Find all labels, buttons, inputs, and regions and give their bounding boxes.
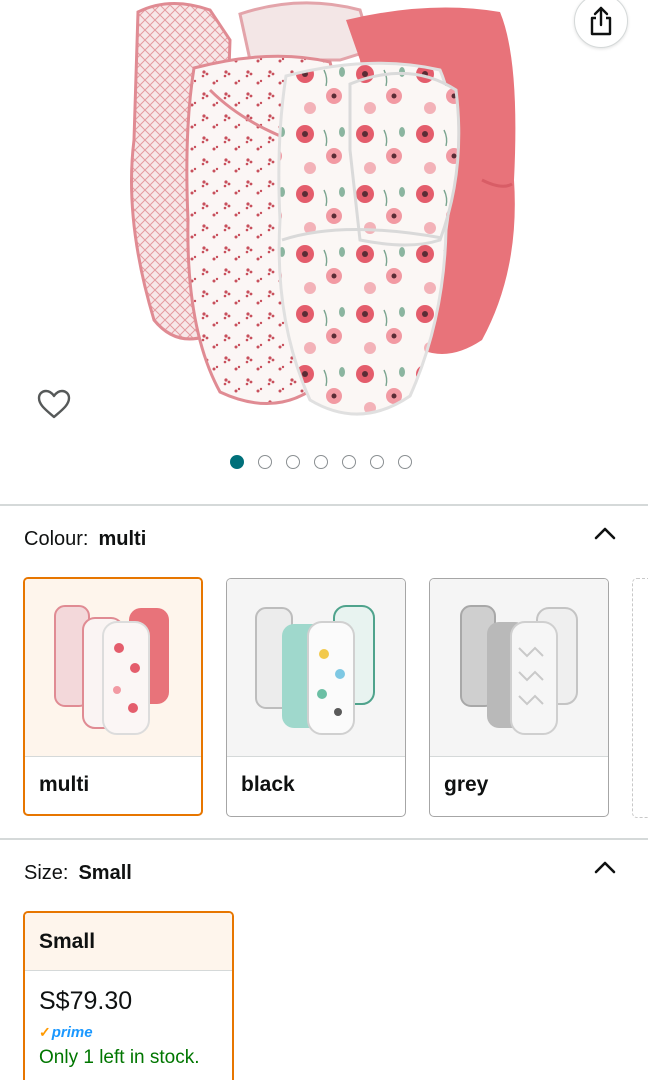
colour-option-black[interactable]: black xyxy=(226,578,406,817)
collapse-size-button[interactable] xyxy=(592,854,618,880)
colour-variation-header[interactable]: Colour: multi xyxy=(24,528,146,551)
product-image[interactable] xyxy=(110,0,540,430)
section-divider xyxy=(0,838,648,840)
carousel-dot[interactable] xyxy=(286,455,300,469)
stock-status: Only 1 left in stock. xyxy=(39,1047,200,1068)
image-carousel-indicator[interactable] xyxy=(230,455,412,469)
heart-outline-icon xyxy=(37,389,71,419)
section-divider xyxy=(0,504,648,506)
share-button[interactable] xyxy=(574,0,628,48)
prime-check-icon: ✓ xyxy=(39,1024,51,1040)
chevron-up-icon xyxy=(594,527,616,540)
colour-option-more[interactable] xyxy=(632,578,648,818)
colour-option-label: black xyxy=(241,773,295,796)
add-to-wishlist-button[interactable] xyxy=(34,384,74,424)
carousel-dot[interactable] xyxy=(398,455,412,469)
size-selected-value: Small xyxy=(78,862,132,884)
size-option-small[interactable]: Small S$79.30 ✓ prime Only 1 left in stoc… xyxy=(23,911,234,1080)
carousel-dot[interactable] xyxy=(230,455,244,469)
prime-label: prime xyxy=(51,1024,93,1041)
carousel-dot[interactable] xyxy=(370,455,384,469)
colour-option-grey[interactable]: grey xyxy=(429,578,609,817)
colour-option-multi[interactable]: multi xyxy=(23,577,203,816)
colour-thumbnail-multi xyxy=(25,579,201,757)
size-variation-header[interactable]: Size: Small xyxy=(24,862,132,885)
collapse-colour-button[interactable] xyxy=(592,520,618,546)
size-option-label: Small xyxy=(25,913,232,971)
carousel-dot[interactable] xyxy=(258,455,272,469)
carousel-dot[interactable] xyxy=(342,455,356,469)
price: S$79.30 xyxy=(39,987,133,1015)
colour-label: Colour: xyxy=(24,528,89,550)
size-label: Size: xyxy=(24,862,69,884)
colour-option-label: multi xyxy=(39,773,90,796)
colour-thumbnail-grey xyxy=(430,579,608,757)
colour-selected-value: multi xyxy=(98,528,147,550)
chevron-up-icon xyxy=(594,861,616,874)
prime-badge: ✓ prime xyxy=(25,1016,232,1041)
share-icon xyxy=(590,6,612,36)
colour-thumbnail-black xyxy=(227,579,405,757)
product-image-gallery[interactable] xyxy=(0,0,648,500)
carousel-dot[interactable] xyxy=(314,455,328,469)
colour-option-label: grey xyxy=(444,773,489,796)
